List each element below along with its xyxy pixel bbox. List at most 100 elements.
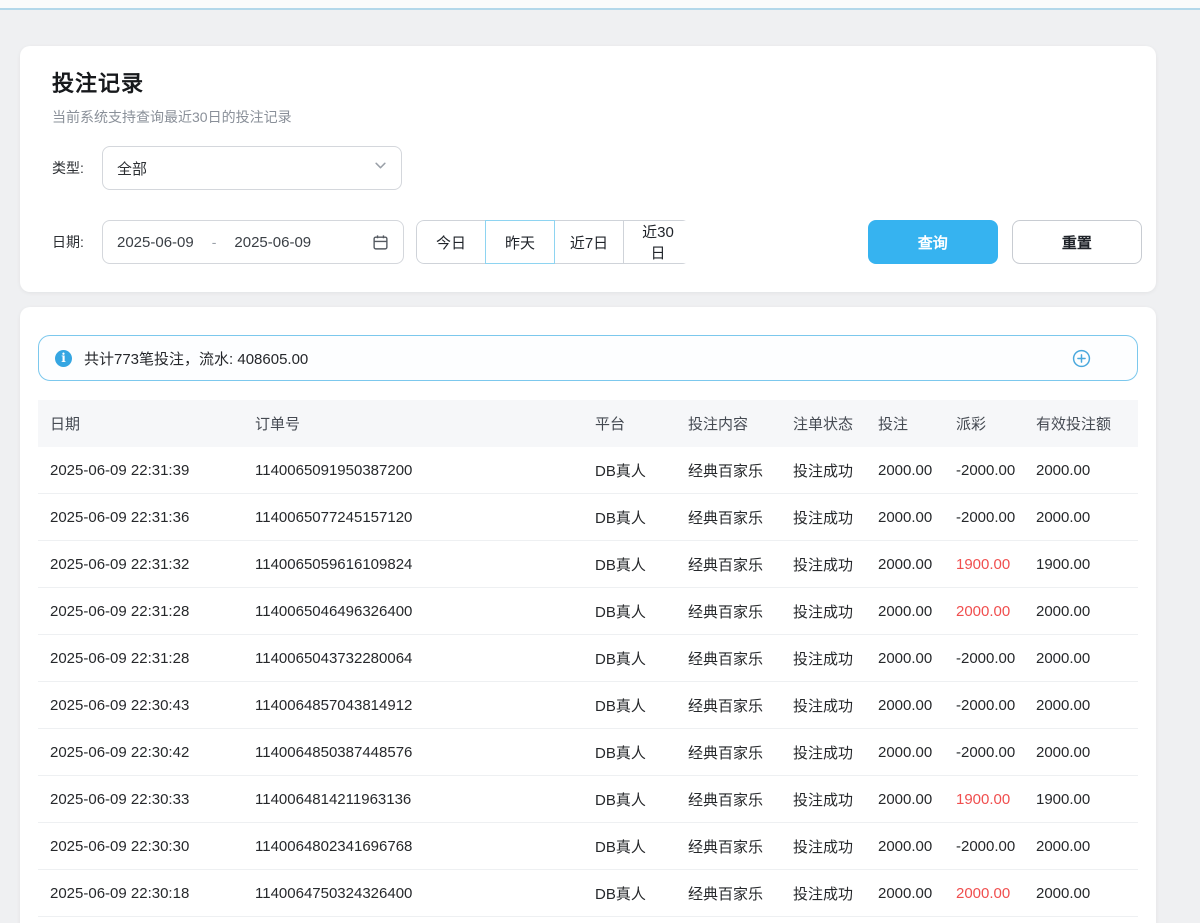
- cell-content: 经典百家乐: [676, 554, 781, 575]
- cell-payout: -2000.00: [944, 838, 1024, 855]
- cell-payout: -2000.00: [944, 462, 1024, 479]
- cell-status: 投注成功: [781, 883, 866, 904]
- summary-text: 共计773笔投注，流水: 408605.00: [84, 348, 308, 369]
- bet-records-table: 日期订单号平台投注内容注单状态投注派彩有效投注额 2025-06-09 22:3…: [38, 400, 1138, 917]
- cell-valid: 2000.00: [1024, 697, 1138, 714]
- cell-valid: 1900.00: [1024, 791, 1138, 808]
- reset-button[interactable]: 重置: [1012, 220, 1142, 264]
- type-select[interactable]: 全部: [102, 146, 402, 190]
- quick-range-button[interactable]: 近30日: [623, 220, 690, 264]
- query-button[interactable]: 查询: [868, 220, 998, 264]
- plus-circle-icon[interactable]: [1072, 349, 1091, 368]
- column-header: 投注内容: [676, 413, 781, 434]
- cell-platform: DB真人: [583, 836, 676, 857]
- cell-platform: DB真人: [583, 789, 676, 810]
- date-range-input[interactable]: 2025-06-09 - 2025-06-09: [102, 220, 404, 264]
- cell-date: 2025-06-09 22:30:33: [38, 791, 243, 808]
- table-row: 2025-06-09 22:30:431140064857043814912DB…: [38, 682, 1138, 729]
- cell-order: 1140065077245157120: [243, 509, 583, 526]
- quick-range-button[interactable]: 今日: [416, 220, 486, 264]
- cell-status: 投注成功: [781, 648, 866, 669]
- date-label: 日期:: [52, 232, 102, 252]
- table-row: 2025-06-09 22:31:281140065046496326400DB…: [38, 588, 1138, 635]
- cell-content: 经典百家乐: [676, 789, 781, 810]
- summary-alert: i 共计773笔投注，流水: 408605.00: [38, 335, 1138, 381]
- cell-date: 2025-06-09 22:30:18: [38, 885, 243, 902]
- table-row: 2025-06-09 22:30:301140064802341696768DB…: [38, 823, 1138, 870]
- quick-range-button[interactable]: 近7日: [554, 220, 624, 264]
- cell-order: 1140064750324326400: [243, 885, 583, 902]
- cell-date: 2025-06-09 22:31:36: [38, 509, 243, 526]
- cell-valid: 2000.00: [1024, 462, 1138, 479]
- cell-date: 2025-06-09 22:30:42: [38, 744, 243, 761]
- top-nav-strip: [0, 0, 1200, 10]
- cell-status: 投注成功: [781, 789, 866, 810]
- cell-platform: DB真人: [583, 742, 676, 763]
- table-row: 2025-06-09 22:31:361140065077245157120DB…: [38, 494, 1138, 541]
- calendar-icon: [372, 234, 389, 251]
- filter-panel: 投注记录 当前系统支持查询最近30日的投注记录 类型: 全部 日期: 2025-…: [20, 46, 1156, 292]
- cell-date: 2025-06-09 22:31:32: [38, 556, 243, 573]
- cell-status: 投注成功: [781, 695, 866, 716]
- cell-status: 投注成功: [781, 460, 866, 481]
- results-panel: i 共计773笔投注，流水: 408605.00 日期订单号平台投注内容注单状态…: [20, 307, 1156, 923]
- info-circle-icon: i: [55, 350, 72, 367]
- page-title: 投注记录: [52, 66, 1142, 98]
- cell-content: 经典百家乐: [676, 507, 781, 528]
- cell-valid: 2000.00: [1024, 838, 1138, 855]
- type-label: 类型:: [52, 158, 102, 178]
- cell-status: 投注成功: [781, 601, 866, 622]
- quick-range-button[interactable]: 昨天: [485, 220, 555, 264]
- cell-payout: -2000.00: [944, 509, 1024, 526]
- cell-bet: 2000.00: [866, 697, 944, 714]
- cell-order: 1140065046496326400: [243, 603, 583, 620]
- cell-valid: 2000.00: [1024, 650, 1138, 667]
- cell-platform: DB真人: [583, 883, 676, 904]
- cell-status: 投注成功: [781, 554, 866, 575]
- cell-bet: 2000.00: [866, 603, 944, 620]
- cell-bet: 2000.00: [866, 744, 944, 761]
- cell-order: 1140065059616109824: [243, 556, 583, 573]
- column-header: 派彩: [944, 413, 1024, 434]
- table-row: 2025-06-09 22:30:331140064814211963136DB…: [38, 776, 1138, 823]
- cell-payout: -2000.00: [944, 650, 1024, 667]
- cell-content: 经典百家乐: [676, 836, 781, 857]
- cell-bet: 2000.00: [866, 462, 944, 479]
- cell-order: 1140065091950387200: [243, 462, 583, 479]
- cell-order: 1140064814211963136: [243, 791, 583, 808]
- cell-valid: 2000.00: [1024, 744, 1138, 761]
- cell-status: 投注成功: [781, 742, 866, 763]
- cell-order: 1140064857043814912: [243, 697, 583, 714]
- cell-status: 投注成功: [781, 836, 866, 857]
- cell-bet: 2000.00: [866, 838, 944, 855]
- column-header: 日期: [38, 413, 243, 434]
- column-header: 注单状态: [781, 413, 866, 434]
- cell-bet: 2000.00: [866, 885, 944, 902]
- type-select-value: 全部: [117, 158, 374, 179]
- table-body: 2025-06-09 22:31:391140065091950387200 DB…: [38, 447, 1138, 917]
- cell-bet: 2000.00: [866, 791, 944, 808]
- cell-platform: DB真人: [583, 695, 676, 716]
- column-header: 有效投注额: [1024, 413, 1138, 434]
- cell-content: 经典百家乐: [676, 883, 781, 904]
- cell-payout: 2000.00: [944, 885, 1024, 902]
- date-end-value: 2025-06-09: [234, 234, 311, 251]
- cell-valid: 1900.00: [1024, 556, 1138, 573]
- cell-content: 经典百家乐: [676, 742, 781, 763]
- cell-date: 2025-06-09 22:31:39: [38, 462, 243, 479]
- column-header: 订单号: [243, 413, 583, 434]
- cell-payout: 1900.00: [944, 791, 1024, 808]
- cell-payout: -2000.00: [944, 697, 1024, 714]
- table-row: 2025-06-09 22:30:421140064850387448576DB…: [38, 729, 1138, 776]
- page-subtitle: 当前系统支持查询最近30日的投注记录: [52, 107, 1142, 127]
- cell-valid: 2000.00: [1024, 509, 1138, 526]
- table-row: 2025-06-09 22:31:321140065059616109824DB…: [38, 541, 1138, 588]
- cell-payout: 2000.00: [944, 603, 1024, 620]
- cell-content: 经典百家乐: [676, 460, 781, 481]
- table-header: 日期订单号平台投注内容注单状态投注派彩有效投注额: [38, 400, 1138, 447]
- cell-bet: 2000.00: [866, 650, 944, 667]
- cell-platform: DB真人: [583, 554, 676, 575]
- quick-range-group: 今日昨天近7日近30日: [416, 220, 690, 264]
- type-filter-row: 类型: 全部: [52, 146, 1142, 190]
- column-header: 投注: [866, 413, 944, 434]
